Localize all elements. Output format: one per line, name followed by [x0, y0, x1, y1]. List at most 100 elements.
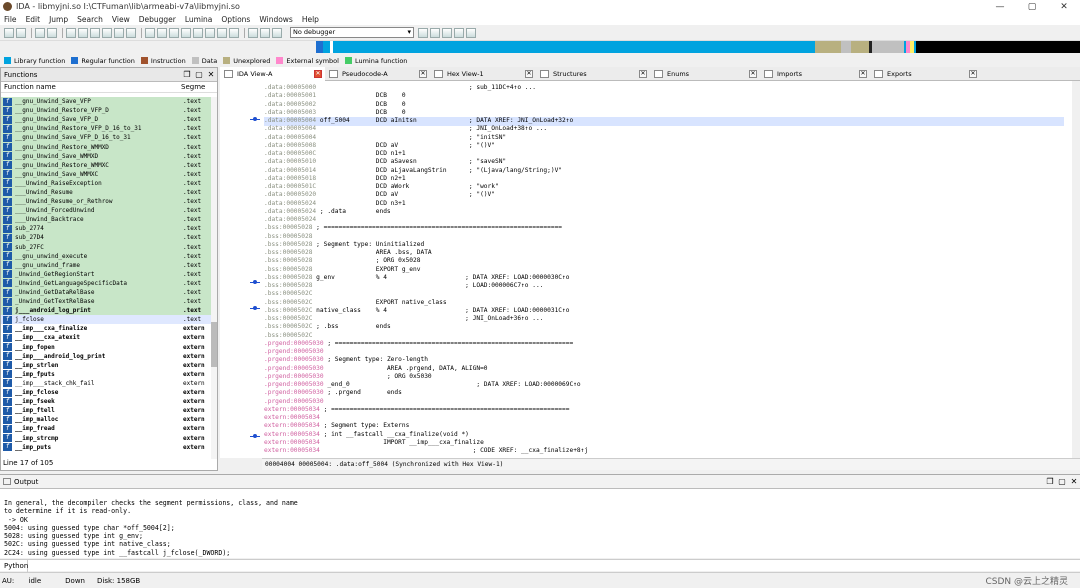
- disasm-address[interactable]: .prgend:00005030: [264, 365, 324, 372]
- graph-icon[interactable]: [145, 27, 155, 38]
- output-text[interactable]: In general, the decompiler checks the se…: [0, 489, 1080, 557]
- disasm-body[interactable]: ; ======================================…: [320, 406, 570, 413]
- function-row[interactable]: f __gnu_Unwind_Restore_VFP_D .text: [1, 106, 211, 116]
- function-row[interactable]: f sub_27D4 .text: [1, 233, 211, 243]
- minimize-button[interactable]: —: [984, 2, 1016, 12]
- disasm-address[interactable]: .data:00005008: [264, 142, 316, 149]
- trace-icon[interactable]: [466, 27, 476, 38]
- disasm-address[interactable]: .prgend:00005030: [264, 356, 324, 363]
- disasm-address[interactable]: .bss:00005028: [264, 282, 312, 289]
- tab-pseudocode-a[interactable]: Pseudocode-A ✕: [325, 67, 430, 81]
- disasm-address[interactable]: .prgend:00005030: [264, 340, 324, 347]
- disasm-body[interactable]: ; .bss ends: [312, 323, 391, 330]
- breakpoint-icon[interactable]: [454, 27, 464, 38]
- disasm-body[interactable]: ; CODE XREF: __cxa_finalize+8↑j: [320, 447, 589, 454]
- close-icon[interactable]: ✕: [205, 70, 217, 79]
- disasm-address[interactable]: .bss:0000502C: [264, 307, 312, 314]
- column-function-name[interactable]: Function name: [1, 83, 181, 91]
- search-immediate-icon[interactable]: [102, 27, 112, 38]
- menu-search[interactable]: Search: [77, 15, 103, 24]
- disasm-address[interactable]: .data:00005020: [264, 191, 316, 198]
- scrollbar-thumb[interactable]: [211, 322, 217, 367]
- function-row[interactable]: f __gnu_Unwind_Restore_VFP_D_16_to_31 .tex…: [1, 124, 211, 134]
- disasm-address[interactable]: .bss:00005028: [264, 241, 312, 248]
- disasm-body[interactable]: g_env % 4 ; DATA XREF: LOAD:0000030C↑o: [312, 274, 569, 281]
- function-row[interactable]: f __imp_fseek extern: [1, 397, 211, 406]
- disasm-address[interactable]: .data:00005018: [264, 175, 316, 182]
- function-row[interactable]: f __imp___stack_chk_fail extern: [1, 379, 211, 388]
- undefine-icon[interactable]: [217, 27, 227, 38]
- disasm-body[interactable]: DCD n2+1: [316, 175, 406, 182]
- disasm-body[interactable]: ; sub_11DC+4↑o ...: [316, 84, 536, 91]
- run-icon[interactable]: [248, 27, 258, 38]
- maximize-button[interactable]: ▢: [1016, 2, 1048, 12]
- disasm-address[interactable]: .data:00005004: [264, 134, 316, 141]
- function-row[interactable]: f ___Unwind_Resume_or_Rethrow .text: [1, 197, 211, 207]
- disasm-address[interactable]: extern:00005034: [264, 406, 320, 413]
- function-row[interactable]: f _Unwind_GetLanguageSpecificData .text: [1, 278, 211, 288]
- function-row[interactable]: f ___Unwind_RaiseException .text: [1, 178, 211, 188]
- disasm-body[interactable]: EXPORT native_class: [312, 299, 447, 306]
- python-command-bar[interactable]: Python: [0, 559, 1080, 572]
- disasm-body[interactable]: _end_0 ; DATA XREF: LOAD:0000069C↑o: [324, 381, 580, 388]
- disasm-body[interactable]: DCD aSavesn ; "saveSN": [316, 158, 506, 165]
- function-row[interactable]: f __gnu_unwind_execute .text: [1, 251, 211, 261]
- function-row[interactable]: f j_fclose .text: [1, 315, 211, 325]
- search-text-icon[interactable]: [78, 27, 88, 38]
- function-row[interactable]: f __gnu_unwind_frame .text: [1, 260, 211, 270]
- tab-imports[interactable]: Imports ✕: [760, 67, 870, 81]
- navigation-band[interactable]: [316, 41, 1080, 53]
- disasm-address[interactable]: .bss:00005028: [264, 274, 312, 281]
- array-icon[interactable]: [205, 27, 215, 38]
- function-row[interactable]: f __imp_puts extern: [1, 443, 211, 452]
- function-row[interactable]: f sub_2774 .text: [1, 224, 211, 234]
- function-row[interactable]: f ___Unwind_Resume .text: [1, 187, 211, 198]
- function-row[interactable]: f __imp_fread extern: [1, 424, 211, 433]
- function-row[interactable]: f sub_27FC .text: [1, 242, 211, 252]
- disasm-body[interactable]: ; Segment type: Zero-length: [324, 356, 428, 363]
- disasm-address[interactable]: .prgend:00005030: [264, 389, 324, 396]
- disasm-address[interactable]: .prgend:00005030: [264, 373, 324, 380]
- string-icon[interactable]: [193, 27, 203, 38]
- menu-edit[interactable]: Edit: [26, 15, 41, 24]
- binary-icon[interactable]: [66, 27, 76, 38]
- disasm-body[interactable]: ; ORG 0x5030: [324, 373, 432, 380]
- disasm-body[interactable]: DCB 0: [316, 109, 406, 116]
- disasm-address[interactable]: .data:0000500C: [264, 150, 316, 157]
- disasm-address[interactable]: .bss:00005028: [264, 233, 312, 240]
- disasm-address[interactable]: .bss:00005028: [264, 224, 312, 231]
- disasm-address[interactable]: .data:00005001: [264, 92, 316, 99]
- python-label[interactable]: Python: [4, 560, 28, 572]
- close-icon[interactable]: ✕: [749, 70, 757, 78]
- data-icon[interactable]: [181, 27, 191, 38]
- disasm-body[interactable]: ; ORG 0x5028: [312, 257, 421, 264]
- disasm-address[interactable]: extern:00005034: [264, 422, 320, 429]
- tab-structures[interactable]: Structures ✕: [536, 67, 650, 81]
- step-icon[interactable]: [442, 27, 452, 38]
- disasm-line[interactable]: extern:00005034 ; CODE XREF: __cxa_final…: [264, 447, 1064, 456]
- function-row[interactable]: f __gnu_Unwind_Save_VFP .text: [1, 97, 211, 107]
- disasm-body[interactable]: AREA .prgend, DATA, ALIGN=0: [324, 365, 488, 372]
- delete-icon[interactable]: [229, 27, 239, 38]
- disasm-address[interactable]: .data:00005004: [264, 125, 316, 132]
- disasm-address[interactable]: .data:00005010: [264, 158, 316, 165]
- disasm-body[interactable]: DCD aV ; "()V": [316, 191, 495, 198]
- function-row[interactable]: f _Unwind_GetDataRelBase .text: [1, 287, 211, 298]
- forward-icon[interactable]: [47, 27, 57, 38]
- close-icon[interactable]: ✕: [1068, 477, 1080, 486]
- tab-exports[interactable]: Exports ✕: [870, 67, 980, 81]
- disasm-body[interactable]: DCB 0: [316, 92, 406, 99]
- disasm-address[interactable]: extern:00005034: [264, 431, 320, 438]
- disasm-body[interactable]: DCD n1+1: [316, 150, 406, 157]
- function-row[interactable]: f __gnu_Unwind_Save_WMMXC .text: [1, 169, 211, 179]
- disasm-body[interactable]: ; JNI_OnLoad+38↑o ...: [316, 125, 547, 132]
- function-row[interactable]: f __imp_fclose extern: [1, 388, 211, 397]
- disasm-address[interactable]: .data:00005014: [264, 167, 316, 174]
- function-row[interactable]: f ___Unwind_Backtrace .text: [1, 215, 211, 225]
- menu-lumina[interactable]: Lumina: [185, 15, 213, 24]
- menu-jump[interactable]: Jump: [49, 15, 68, 24]
- restore-icon[interactable]: ▢: [1056, 477, 1068, 486]
- debugger-options-icon[interactable]: [418, 27, 428, 38]
- disasm-address[interactable]: .data:0000501C: [264, 183, 316, 190]
- function-row[interactable]: f __gnu_Unwind_Save_VFP_D .text: [1, 115, 211, 125]
